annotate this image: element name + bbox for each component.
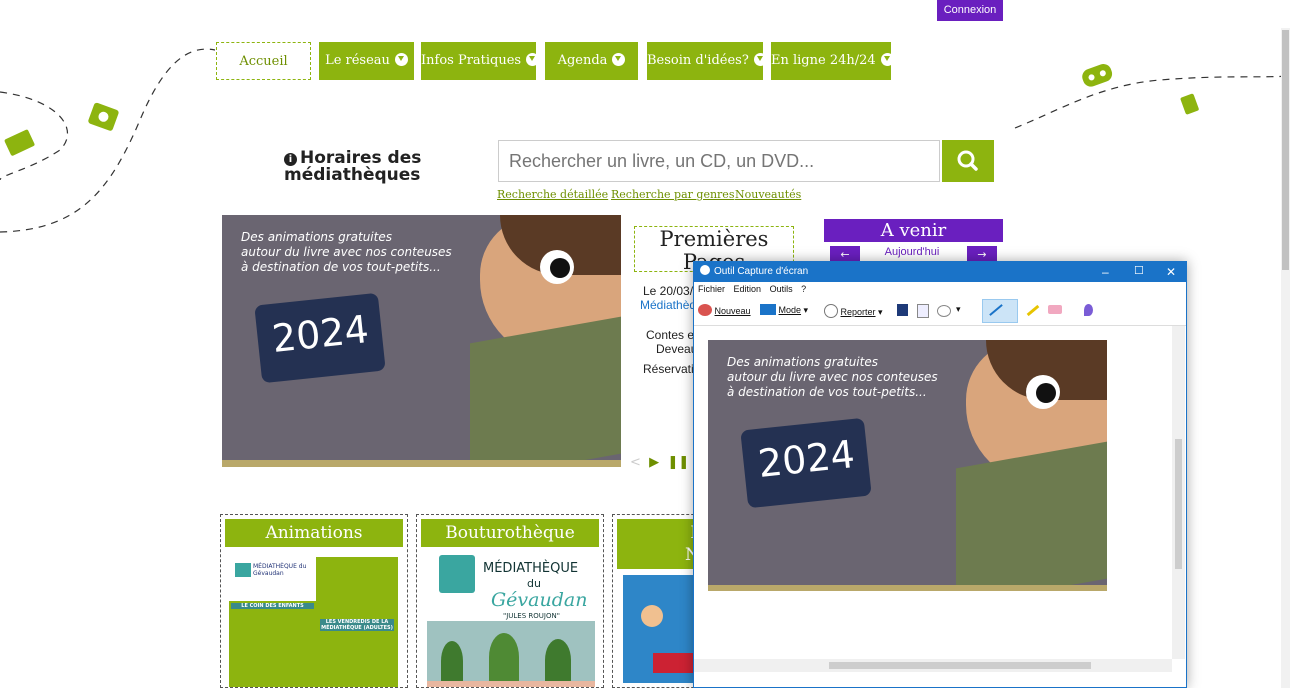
upcoming-today: Aujourd'hui [884, 246, 940, 258]
poster-left: MÉDIATHÈQUE du Gévaudan LE COIN DES ENFA… [229, 557, 316, 687]
plants-image [427, 621, 595, 687]
event-date: Le 20/03/2 [643, 284, 700, 298]
poster-heading: LES VENDREDIS DE LA MÉDIATHÈQUE (ADULTES… [320, 619, 394, 631]
caption-line: Des animations gratuites [241, 230, 392, 244]
chevron-down-icon [880, 53, 894, 66]
prev-icon[interactable]: < [630, 455, 641, 470]
card-title: Animations [225, 519, 403, 547]
logo-line: "JULES ROUJON" [503, 612, 560, 620]
close-icon[interactable]: ✕ [1166, 262, 1176, 282]
poster-block [229, 601, 316, 687]
nav-item-besoin-idees[interactable]: Besoin d'idées? [647, 42, 767, 80]
nav-label: Le réseau [325, 53, 390, 68]
upcoming-title: A venir [824, 219, 1003, 242]
search-icon [957, 150, 978, 171]
search-button[interactable] [942, 140, 994, 182]
book-logo-icon [439, 555, 475, 593]
poster-right: LES VENDREDIS DE LA MÉDIATHÈQUE (ADULTES… [316, 557, 398, 687]
genre-search-link[interactable]: Recherche par genres [611, 188, 734, 201]
new-snip-button[interactable]: Nouveau [698, 304, 751, 316]
menu-help[interactable]: ? [801, 284, 806, 294]
nav-label: En ligne 24h/24 [771, 53, 876, 68]
pen-button[interactable] [982, 299, 1018, 323]
nav-label: Accueil [239, 54, 288, 69]
card-bouturotheque[interactable]: Bouturothèque MÉDIATHÈQUE du Gévaudan "J… [416, 514, 604, 688]
poster-logo: MÉDIATHÈQUE du Gévaudan [253, 563, 307, 577]
book-logo-icon [235, 563, 251, 577]
new-snip-label: Nouveau [714, 306, 751, 316]
save-icon[interactable] [897, 304, 908, 316]
poster-heading: LE COIN DES ENFANTS [231, 603, 314, 609]
nav-item-en-ligne[interactable]: En ligne 24h/24 [771, 42, 894, 80]
mode-button[interactable]: Mode ▾ [760, 304, 808, 316]
slider-strip [222, 460, 621, 467]
advanced-search-link[interactable]: Recherche détaillée [497, 188, 608, 201]
caption-line: à destination de vos tout-petits... [241, 260, 441, 274]
pause-icon[interactable]: ❚❚ [667, 455, 689, 470]
mode-label: Mode [778, 305, 802, 315]
chevron-down-icon [612, 53, 626, 66]
illustration-book [470, 316, 621, 481]
eraser-icon[interactable] [1048, 305, 1062, 314]
window-titlebar[interactable]: Outil Capture d'écran – ☐ ✕ [694, 262, 1186, 282]
minimize-icon[interactable]: – [1102, 262, 1109, 282]
highlighter-icon[interactable] [1026, 304, 1040, 317]
nav-item-agenda[interactable]: Agenda [545, 42, 638, 80]
send-icon[interactable] [937, 305, 951, 317]
caption-line: autour du livre avec nos conteuses [241, 245, 452, 259]
color-icon[interactable] [1084, 304, 1093, 316]
event-desc-line: Deveau [656, 342, 698, 356]
delay-button[interactable]: Reporter ▾ [824, 304, 883, 318]
menu-edition[interactable]: Edition [734, 284, 762, 294]
nav-item-infos-pratiques[interactable]: Infos Pratiques [421, 42, 540, 80]
window-vscroll-thumb[interactable] [1175, 439, 1182, 569]
slider-controls: < ▶ ❚❚ [630, 455, 689, 470]
scissors-icon [700, 265, 710, 275]
mode-icon [760, 304, 776, 315]
delay-label: Reporter [840, 307, 876, 317]
chevron-down-icon [394, 53, 408, 66]
caption-line: autour du livre avec nos conteuses [727, 370, 938, 384]
card-title: Bouturothèque [421, 519, 599, 547]
copy-icon[interactable] [917, 304, 929, 318]
nav-item-reseau[interactable]: Le réseau [319, 42, 414, 80]
new-snip-icon [698, 304, 712, 316]
logo-line: Gévaudan [491, 589, 588, 611]
hours-label: Horaires des médiathèques [284, 148, 422, 185]
event-desc-line: Réservatio [643, 362, 701, 376]
chevron-down-icon [753, 53, 767, 66]
window-hscroll-thumb[interactable] [829, 662, 1091, 669]
slider-controls-bar [222, 467, 621, 493]
snipping-tool-window[interactable]: Outil Capture d'écran – ☐ ✕ Fichier Edit… [693, 261, 1187, 688]
new-items-link[interactable]: Nouveautés [735, 188, 801, 201]
login-button[interactable]: Connexion [937, 0, 1003, 21]
nav-label: Besoin d'idées? [647, 53, 749, 68]
page-scrollbar-thumb[interactable] [1282, 30, 1289, 270]
nav-label: Agenda [557, 53, 608, 68]
window-menubar: Fichier Edition Outils ? [694, 282, 1186, 296]
window-toolbar: Nouveau Mode ▾ Reporter ▾ ▾ [694, 296, 1186, 326]
hours-link[interactable]: i Horaires des médiathèques [284, 150, 444, 184]
illustration-pupil [550, 258, 570, 278]
send-dropdown-icon[interactable]: ▾ [956, 304, 961, 315]
nav-label: Infos Pratiques [421, 53, 522, 68]
resources-image [623, 575, 695, 683]
event-desc-line: Contes et [646, 328, 698, 342]
caption-line: Des animations gratuites [727, 355, 878, 369]
logo-line: MÉDIATHÈQUE [483, 561, 579, 576]
nav-item-accueil[interactable]: Accueil [216, 42, 311, 80]
clock-icon [824, 304, 838, 318]
slider-caption: Des animations gratuites autour du livre… [241, 230, 452, 275]
captured-caption: Des animations gratuites autour du livre… [727, 355, 938, 400]
window-title: Outil Capture d'écran [714, 266, 809, 277]
play-icon[interactable]: ▶ [649, 455, 659, 470]
menu-outils[interactable]: Outils [770, 284, 793, 294]
card-animations[interactable]: Animations MÉDIATHÈQUE du Gévaudan LE CO… [220, 514, 408, 688]
maximize-icon[interactable]: ☐ [1134, 261, 1144, 281]
menu-fichier[interactable]: Fichier [698, 284, 725, 294]
search-input[interactable] [498, 140, 940, 182]
caption-line: à destination de vos tout-petits... [727, 385, 927, 399]
